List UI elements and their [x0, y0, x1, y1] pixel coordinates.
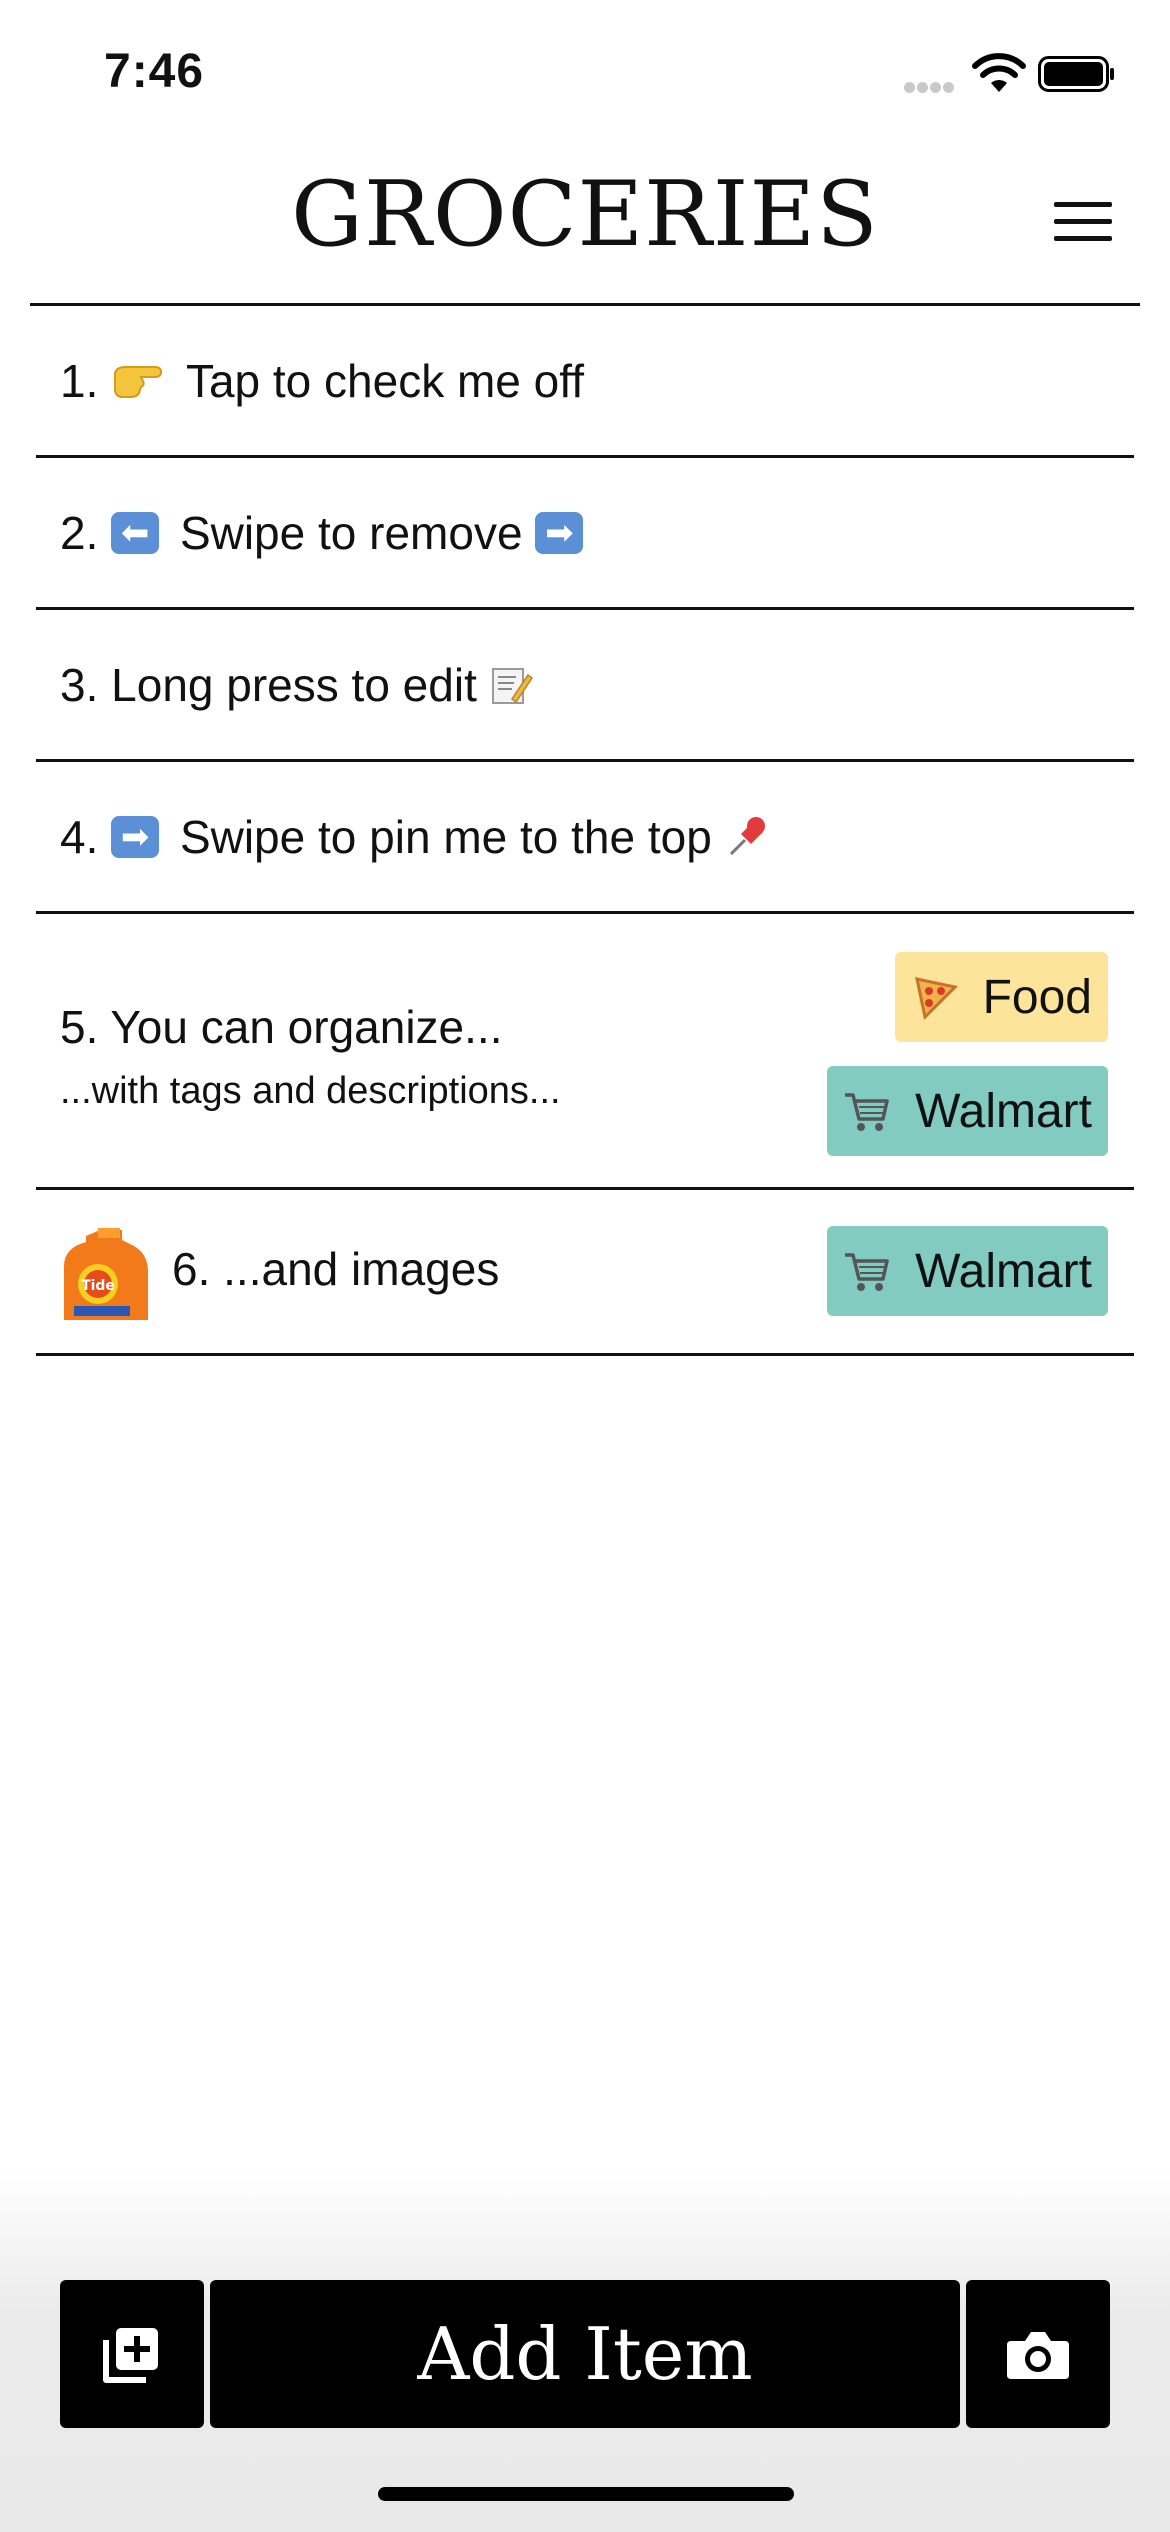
list-item[interactable]: 1. Tap to check me off [36, 306, 1134, 458]
add-multiple-button[interactable] [60, 2280, 204, 2428]
cart-icon [845, 1093, 889, 1131]
add-multiple-icon [103, 2328, 158, 2383]
item-text: 4. ➡ Swipe to pin me to the top [60, 810, 771, 864]
memo-pencil-icon [491, 667, 533, 704]
list-item[interactable]: Tide 6. ...and images Walmart [36, 1190, 1134, 1356]
list-item[interactable]: 2. ⬅ Swipe to remove ➡ [36, 458, 1134, 610]
app-header: GROCERIES [0, 150, 1170, 306]
item-description: ...with tags and descriptions... [60, 1070, 561, 1112]
add-item-button[interactable]: Add Item [210, 2280, 960, 2428]
list-item[interactable]: 5. You can organize... ...with tags and … [36, 914, 1134, 1190]
tag-label: Food [982, 970, 1092, 1024]
pushpin-icon [729, 816, 765, 855]
item-number: 4. [60, 811, 99, 863]
item-number: 2. [60, 507, 99, 559]
wifi-icon [972, 53, 1026, 92]
status-bar: 7:46 [0, 0, 1170, 150]
tag-walmart[interactable]: Walmart [827, 1066, 1108, 1156]
svg-text:Tide: Tide [81, 1278, 115, 1294]
item-text: 5. You can organize... [60, 1000, 502, 1054]
item-text: 2. ⬅ Swipe to remove ➡ [60, 506, 584, 560]
item-label: Long press to edit [111, 659, 477, 711]
camera-icon [1007, 2332, 1069, 2379]
grocery-list: 1. Tap to check me off 2. ⬅ Swipe to rem… [36, 306, 1134, 1356]
tag-food[interactable]: Food [894, 952, 1108, 1042]
tag-walmart[interactable]: Walmart [827, 1226, 1108, 1316]
item-label: Tap to check me off [185, 355, 584, 407]
pointing-hand-icon [114, 365, 163, 398]
list-item[interactable]: 3. Long press to edit [36, 610, 1134, 762]
item-label: Swipe to remove [179, 507, 523, 559]
right-arrow-icon: ➡ [111, 815, 160, 858]
item-number: 6. [172, 1243, 211, 1295]
page-title: GROCERIES [291, 162, 879, 267]
item-number: 3. [60, 659, 99, 711]
left-arrow-icon: ⬅ [111, 511, 160, 554]
list-item[interactable]: 4. ➡ Swipe to pin me to the top [36, 762, 1134, 914]
item-image-thumbnail: Tide [64, 1228, 148, 1320]
item-label: You can organize... [110, 1001, 503, 1053]
item-text: 3. Long press to edit [60, 658, 534, 712]
app-screen: 7:46 GROCERIES 1. Tap to check me off 2.… [0, 0, 1170, 2532]
item-text: 6. ...and images [172, 1242, 499, 1296]
battery-icon [1038, 56, 1114, 92]
item-number: 1. [60, 355, 99, 407]
cellular-signal-icon [904, 80, 960, 94]
cart-icon [845, 1253, 889, 1291]
item-text: 1. Tap to check me off [60, 354, 584, 408]
item-label: Swipe to pin me to the top [179, 811, 712, 863]
camera-button[interactable] [966, 2280, 1110, 2428]
item-label: ...and images [223, 1243, 500, 1295]
item-number: 5. [60, 1001, 99, 1053]
right-arrow-icon: ➡ [535, 511, 584, 554]
status-time: 7:46 [104, 45, 205, 98]
pizza-icon [914, 977, 958, 1021]
tag-label: Walmart [915, 1244, 1092, 1298]
tag-label: Walmart [915, 1084, 1092, 1138]
home-indicator[interactable] [378, 2487, 794, 2501]
hamburger-menu-icon[interactable] [1054, 202, 1112, 242]
